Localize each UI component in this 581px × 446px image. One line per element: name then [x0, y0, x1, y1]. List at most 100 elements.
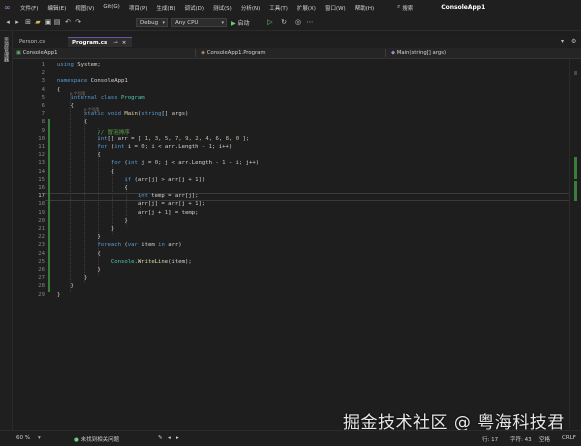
breakpoint-icon[interactable]: ◎	[294, 18, 302, 26]
code-line[interactable]: }	[57, 267, 100, 273]
code-line[interactable]: Console.WriteLine(item);	[57, 259, 192, 265]
menu-item[interactable]: 调试(D)	[185, 4, 205, 12]
menu-item[interactable]: 视图(V)	[75, 4, 94, 12]
code-line[interactable]: int[] arr = [ 1, 3, 5, 7, 9, 2, 4, 6, 8,…	[57, 136, 249, 142]
member-dropdown[interactable]: ◆ Main(string[] args)	[388, 49, 563, 57]
char-indicator[interactable]: 字符: 43	[510, 435, 532, 443]
search-box[interactable]: ⌕ 搜索	[397, 4, 413, 12]
configuration-select[interactable]: Debug ▾	[136, 18, 168, 27]
line-number: 16	[38, 185, 45, 191]
class-dropdown[interactable]: ◈ ConsoleApp1.Program	[198, 49, 386, 57]
code-line[interactable]: {	[57, 185, 127, 191]
code-line[interactable]: if (arr[j] > arr[j + 1])	[57, 177, 205, 183]
undo-icon[interactable]: ↶	[64, 18, 72, 26]
redo-icon[interactable]: ↷	[74, 18, 82, 26]
nav-back-icon[interactable]: ◂	[168, 435, 171, 441]
zoom-level[interactable]: 60 %	[16, 435, 30, 441]
line-number: 14	[38, 168, 45, 175]
start-debug-button[interactable]: ▶ 启动	[231, 18, 250, 27]
menu-item[interactable]: 编辑(E)	[47, 4, 66, 12]
menu-item[interactable]: 分析(N)	[241, 4, 260, 12]
menu-item[interactable]: 扩展(X)	[297, 4, 316, 12]
open-folder-icon[interactable]: ▰	[34, 18, 42, 26]
code-line[interactable]: }	[57, 226, 114, 232]
menu-item[interactable]: 工具(T)	[269, 4, 288, 12]
code-line[interactable]: using System;	[57, 62, 101, 68]
issues-indicator[interactable]: ● 未找到相关问题	[74, 435, 119, 443]
menu-item[interactable]: 测试(S)	[213, 4, 232, 12]
menu-item[interactable]: 窗口(W)	[325, 4, 346, 12]
code-line[interactable]: for (int i = 0; i < arr.Length - 1; i++)	[57, 144, 232, 150]
code-line[interactable]: arr[j] = arr[j + 1];	[57, 201, 205, 207]
line-indicator[interactable]: 行: 17	[482, 435, 498, 443]
code-line[interactable]: for (int j = 0; j < arr.Length - 1 - i; …	[57, 160, 259, 166]
code-line[interactable]: }	[57, 292, 60, 298]
code-line[interactable]: foreach (var item in arr)	[57, 242, 181, 248]
menu-item[interactable]: 文件(F)	[20, 4, 38, 12]
menu-item[interactable]: Git(G)	[103, 4, 120, 12]
chevron-down-icon[interactable]: ▾	[38, 435, 41, 441]
code-line[interactable]: {	[57, 87, 60, 93]
hot-reload-icon[interactable]: ↻	[280, 18, 288, 26]
code-line[interactable]: }	[57, 275, 87, 281]
code-line[interactable]: {	[57, 169, 114, 175]
whitespace-indicator[interactable]: 空格	[539, 435, 550, 443]
project-dropdown[interactable]: ▣ ConsoleApp1	[13, 49, 196, 57]
code-line[interactable]: arr[j + 1] = temp;	[57, 210, 199, 216]
tab-program-cs[interactable]: Program.cs ⊸ ×	[68, 37, 132, 47]
code-line[interactable]: // 冒泡排序	[57, 128, 129, 136]
code-line[interactable]: static void Main(string[] args)	[57, 111, 188, 117]
tab-person-cs[interactable]: Person.cs	[15, 37, 55, 47]
line-number: 9	[41, 127, 45, 134]
save-icon[interactable]: ▣	[44, 18, 52, 26]
visual-studio-logo-icon[interactable]: ∞	[4, 3, 14, 12]
code-line[interactable]: int temp = arr[j];	[57, 193, 199, 199]
close-icon[interactable]: ×	[122, 40, 127, 46]
code-line[interactable]: }	[57, 218, 127, 224]
line-number: 11	[38, 144, 45, 150]
scroll-thumb[interactable]	[574, 71, 577, 75]
back-icon[interactable]: ◂	[4, 18, 12, 26]
start-without-debug-icon[interactable]: ▷	[266, 18, 274, 26]
platform-select[interactable]: Any CPU ▾	[171, 18, 227, 27]
forward-icon[interactable]: ▸	[13, 18, 21, 26]
save-all-icon[interactable]: ▤	[53, 18, 61, 26]
code-line[interactable]: namespace ConsoleApp1	[57, 78, 128, 84]
settings-gear-icon[interactable]: ⚙	[571, 38, 576, 45]
menu-item[interactable]: 生成(B)	[156, 4, 175, 12]
line-number: 12	[38, 152, 45, 159]
vertical-scrollbar[interactable]	[569, 59, 581, 429]
toolbar-more-icon[interactable]: ⋯	[306, 18, 314, 26]
line-number: 10	[38, 135, 45, 142]
brush-icon[interactable]: ✎	[158, 435, 163, 441]
method-icon: ◆	[391, 50, 396, 56]
app-title: ConsoleApp1	[441, 4, 486, 11]
line-ending-indicator[interactable]: CRLF	[562, 435, 576, 441]
code-line[interactable]: }	[57, 283, 73, 289]
tab-overflow-icon[interactable]: ▾	[561, 38, 564, 45]
code-line[interactable]: {	[57, 119, 87, 125]
chevron-down-icon: ▾	[221, 20, 224, 26]
search-label: 搜索	[402, 5, 414, 12]
menu-item[interactable]: 帮助(H)	[355, 4, 374, 12]
code-editor[interactable]: 1 2 3 4 5 6 7 8 9 10 11 12 13 14 15 16 17 18 19 20 21 22 23 24 2…	[13, 59, 569, 429]
code-line[interactable]: {	[57, 103, 73, 109]
code-line[interactable]: {	[57, 251, 100, 257]
code-line[interactable]: }	[57, 234, 100, 240]
codelens-references[interactable]: 0 个引用	[84, 107, 99, 113]
solution-explorer-tab[interactable]: 资源管理器	[3, 37, 10, 62]
menu-item[interactable]: 项目(P)	[129, 4, 148, 12]
pin-icon[interactable]: ⊸	[113, 40, 118, 46]
change-marker	[574, 157, 577, 179]
line-number: 18	[38, 201, 45, 208]
document-tab-bar: Person.cs Program.cs ⊸ × ▾ ⚙	[13, 37, 581, 47]
platform-value: Any CPU	[175, 20, 199, 26]
code-line[interactable]: {	[57, 152, 100, 158]
menu-items: 文件(F) 编辑(E) 视图(V) Git(G) 项目(P) 生成(B) 调试(D) 测试(S…	[20, 4, 383, 12]
line-number: 8	[41, 119, 45, 126]
new-project-icon[interactable]: ⊞	[24, 18, 32, 26]
codelens-references[interactable]: 0 个引用	[70, 91, 85, 97]
line-number: 1	[41, 62, 45, 68]
line-number: 29	[38, 291, 45, 298]
nav-forward-icon[interactable]: ▸	[176, 435, 179, 441]
